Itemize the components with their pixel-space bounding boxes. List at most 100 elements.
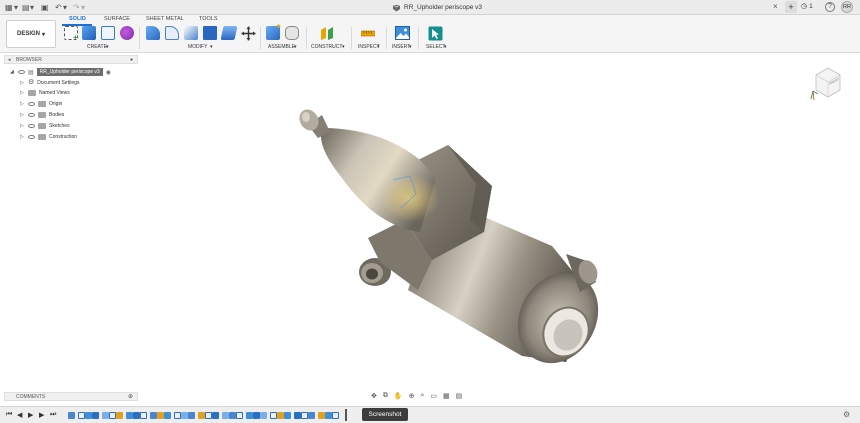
expand-right-icon[interactable]: ▷ [20, 90, 25, 96]
tab-surface[interactable]: SURFACE [104, 16, 130, 22]
timeline-feature-icon[interactable] [109, 412, 116, 419]
timeline-feature-icon[interactable] [150, 412, 157, 419]
select-icon[interactable] [428, 26, 443, 41]
tab-tools[interactable]: TOOLS [199, 16, 218, 22]
timeline-feature-icon[interactable] [246, 412, 253, 419]
user-avatar[interactable]: RR [841, 1, 853, 13]
browser-panel-header[interactable]: ◂ BROWSER ● [4, 55, 138, 64]
combine-icon[interactable] [203, 26, 217, 40]
chevron-down-icon[interactable]: ▾ [342, 44, 345, 50]
browser-item-bodies[interactable]: ▷ Bodies [20, 110, 64, 119]
timeline-feature-icon[interactable] [236, 412, 243, 419]
display-settings-icon[interactable]: ▭ [430, 392, 437, 400]
browser-item-named-views[interactable]: ▷ Named Views [20, 88, 70, 97]
go-to-start-icon[interactable]: ⏮ [6, 411, 12, 419]
timeline-feature-icon[interactable] [325, 412, 332, 419]
construct-group-label[interactable]: CONSTRUCT [311, 44, 342, 50]
timeline-feature-icon[interactable] [284, 412, 291, 419]
tab-sheet-metal[interactable]: SHEET METAL [146, 16, 184, 22]
chevron-down-icon[interactable]: ▾ [409, 44, 412, 50]
close-tab-icon[interactable]: × [773, 2, 778, 11]
timeline-feature-icon[interactable] [78, 412, 85, 419]
redo-icon[interactable]: ↷ [73, 3, 80, 12]
step-forward-icon[interactable]: ▶ [39, 411, 44, 419]
new-component-icon[interactable]: ✦ [266, 23, 282, 40]
timeline-feature-icon[interactable] [140, 412, 147, 419]
timeline-feature-icon[interactable] [102, 412, 109, 419]
sketch-rectangle-icon[interactable] [101, 26, 115, 40]
save-icon[interactable]: ▣ [41, 3, 49, 12]
timeline-feature-icon[interactable] [181, 412, 188, 419]
timeline-feature-icon[interactable] [222, 412, 229, 419]
offset-plane-icon[interactable] [320, 26, 336, 41]
timeline-feature-icon[interactable] [174, 412, 181, 419]
timeline-feature-icon[interactable] [85, 412, 92, 419]
timeline-feature-icon[interactable] [157, 412, 164, 419]
new-sketch-icon[interactable]: + [64, 26, 78, 42]
chevron-down-icon[interactable]: ▾ [81, 3, 85, 12]
shell-icon[interactable] [184, 26, 198, 40]
go-to-end-icon[interactable]: ⏭ [50, 411, 56, 419]
modify-group-label[interactable]: MODIFY [188, 44, 207, 50]
chevron-down-icon[interactable]: ▾ [14, 3, 18, 12]
timeline-feature-icon[interactable] [164, 412, 171, 419]
timeline-feature-icon[interactable] [308, 412, 315, 419]
collapse-icon[interactable]: ◂ [8, 57, 11, 63]
new-tab-button[interactable]: + [785, 1, 797, 13]
file-icon[interactable]: ▤ [22, 3, 30, 12]
joint-icon[interactable] [285, 26, 299, 40]
nose-tip[interactable] [296, 106, 330, 138]
expand-icon[interactable]: ⊕ [128, 393, 133, 400]
comments-panel-header[interactable]: COMMENTS ⊕ [4, 392, 138, 401]
visibility-eye-icon[interactable] [18, 70, 25, 74]
browser-item-sketches[interactable]: ▷ Sketches [20, 121, 70, 130]
timeline-feature-icon[interactable] [318, 412, 325, 419]
expand-right-icon[interactable]: ▷ [20, 112, 25, 118]
viewcube[interactable]: FRONT [810, 63, 846, 103]
expand-right-icon[interactable]: ▷ [20, 123, 25, 129]
timeline-feature-icon[interactable] [205, 412, 212, 419]
pan-icon[interactable]: ✋ [394, 392, 403, 400]
expand-right-icon[interactable]: ▷ [20, 80, 25, 86]
chevron-down-icon[interactable]: ▾ [210, 44, 213, 50]
timeline-feature-icon[interactable] [116, 412, 123, 419]
chevron-down-icon[interactable]: ▾ [30, 3, 34, 12]
browser-item-origin[interactable]: ▷ Origin [20, 99, 62, 108]
app-grid-icon[interactable]: ▦ [5, 3, 13, 12]
offset-face-icon[interactable] [220, 26, 238, 40]
chevron-down-icon[interactable]: ▾ [444, 44, 447, 50]
undo-icon[interactable]: ↶ [55, 3, 62, 12]
assemble-group-label[interactable]: ASSEMBLE [268, 44, 295, 50]
zoom-icon[interactable]: ⊕ [409, 392, 415, 400]
chevron-down-icon[interactable]: ▾ [294, 44, 297, 50]
timeline-feature-icon[interactable] [301, 412, 308, 419]
timeline-feature-icon[interactable] [133, 412, 140, 419]
press-pull-icon[interactable] [146, 26, 160, 40]
timeline-marker[interactable] [345, 409, 347, 421]
orbit-icon[interactable]: ✥ [371, 392, 377, 400]
grid-settings-icon[interactable]: ▦ [443, 392, 450, 400]
pin-icon[interactable]: ● [130, 57, 133, 63]
tab-solid[interactable]: SOLID [69, 16, 86, 22]
move-icon[interactable] [241, 26, 256, 41]
extrude-icon[interactable] [82, 26, 96, 40]
create-group-label[interactable]: CREATE [87, 44, 107, 50]
visibility-eye-icon[interactable] [28, 112, 35, 117]
timeline-feature-icon[interactable] [229, 412, 236, 419]
job-status[interactable]: ◷ 1 [801, 2, 813, 11]
3d-viewport[interactable] [0, 54, 860, 390]
expand-right-icon[interactable]: ▷ [20, 134, 25, 140]
activate-radio-icon[interactable]: ◉ [106, 69, 111, 76]
expand-down-icon[interactable]: ◢ [10, 69, 15, 75]
play-icon[interactable]: ▶ [28, 411, 33, 419]
timeline-feature-icon[interactable] [253, 412, 260, 419]
browser-root[interactable]: ◢ ▤ RR_Upholder periscope v3 ◉ [10, 67, 111, 77]
create-form-icon[interactable] [120, 26, 134, 40]
browser-item-document-settings[interactable]: ▷ ⚙ Document Settings [20, 78, 80, 87]
gear-icon[interactable]: ⚙ [843, 410, 850, 419]
insert-image-icon[interactable] [395, 26, 410, 40]
workspace-switcher[interactable]: DESIGN ▾ [6, 20, 56, 48]
visibility-eye-icon[interactable] [28, 123, 35, 128]
fillet-icon[interactable] [165, 26, 179, 40]
measure-icon[interactable] [361, 28, 375, 39]
